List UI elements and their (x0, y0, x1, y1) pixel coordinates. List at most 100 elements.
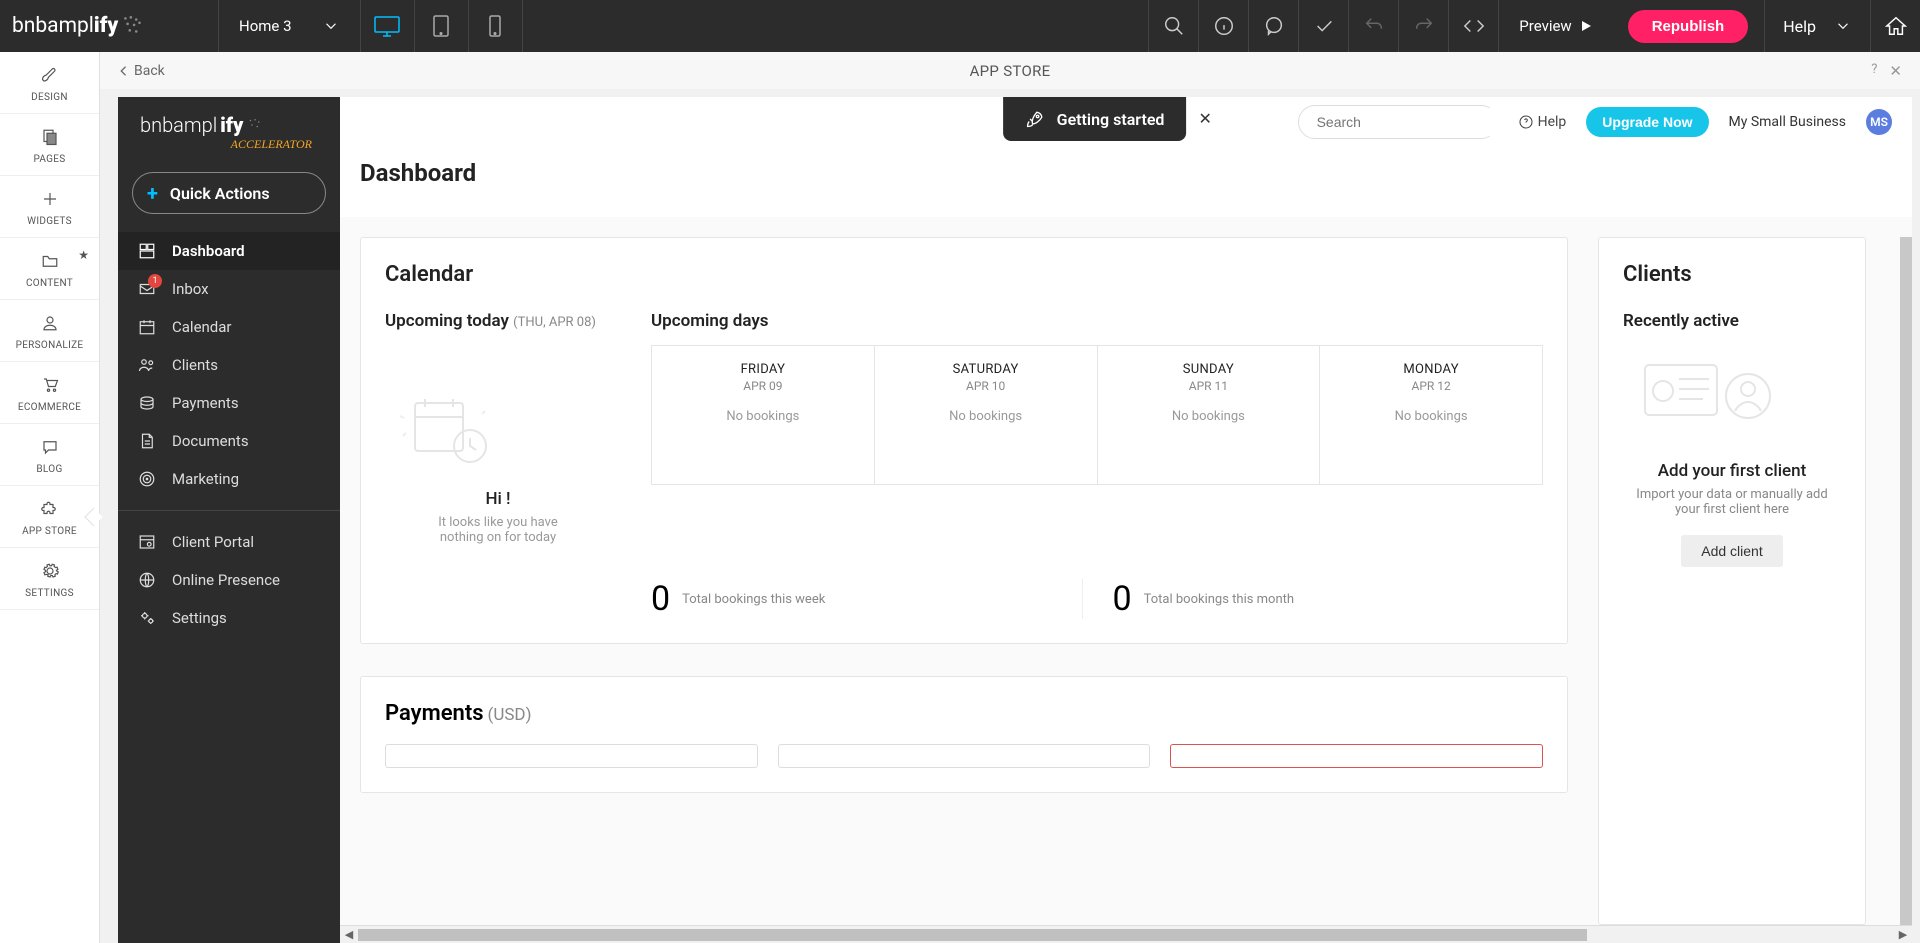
nav-settings[interactable]: SETTINGS (0, 548, 99, 610)
clients-subheading: Recently active (1623, 311, 1841, 331)
calendar-icon (138, 318, 156, 336)
appnav-payments[interactable]: Payments (118, 384, 340, 422)
getting-started-tab[interactable]: Getting started (1003, 97, 1187, 141)
appnav-inbox[interactable]: 1 Inbox (118, 270, 340, 308)
days-row: FRIDAYAPR 09No bookings SATURDAYAPR 10No… (651, 345, 1543, 485)
day-cell[interactable]: FRIDAYAPR 09No bookings (652, 346, 875, 484)
appnav-clients[interactable]: Clients (118, 346, 340, 384)
upgrade-button[interactable]: Upgrade Now (1586, 107, 1708, 137)
appnav-dashboard[interactable]: Dashboard (118, 232, 340, 270)
search-box[interactable] (1298, 105, 1498, 139)
device-switcher (361, 0, 523, 52)
home-button[interactable] (1870, 0, 1920, 52)
scroll-right-arrow[interactable]: ▶ (1894, 928, 1912, 941)
nav-widgets[interactable]: WIDGETS (0, 176, 99, 238)
chevron-left-icon (118, 65, 128, 77)
portal-icon (138, 533, 156, 551)
chevron-down-icon (322, 17, 340, 35)
nav-ecommerce[interactable]: ECOMMERCE (0, 362, 99, 424)
play-icon (1580, 20, 1592, 32)
add-client-button[interactable]: Add client (1681, 535, 1782, 567)
document-icon (138, 432, 156, 450)
globe-icon (138, 571, 156, 589)
payment-box[interactable] (385, 744, 758, 768)
topbar-actions (1148, 0, 1498, 52)
nav-pages[interactable]: PAGES (0, 114, 99, 176)
devmode-button[interactable] (1448, 0, 1498, 52)
horizontal-scrollbar[interactable]: ◀ ▶ (340, 925, 1912, 943)
undo-button[interactable] (1348, 0, 1398, 52)
redo-button[interactable] (1398, 0, 1448, 52)
vertical-scrollbar[interactable] (1900, 237, 1912, 925)
app-brand: bnbamplify ACCELERATOR (118, 97, 340, 162)
dashboard-icon (138, 242, 156, 260)
logo-dots-icon (246, 116, 264, 134)
person-icon (41, 314, 59, 332)
logo-dots-icon (120, 13, 146, 39)
day-cell[interactable]: SUNDAYAPR 11No bookings (1098, 346, 1321, 484)
appnav-settings[interactable]: Settings (118, 599, 340, 637)
payment-box-overdue[interactable] (1170, 744, 1543, 768)
clients-heading: Clients (1623, 262, 1841, 287)
app-store-title: APP STORE (970, 62, 1051, 80)
republish-button[interactable]: Republish (1628, 10, 1749, 43)
appnav-marketing[interactable]: Marketing (118, 460, 340, 498)
back-button[interactable]: Back (118, 63, 165, 79)
payments-currency: (USD) (488, 705, 532, 725)
tablet-icon (432, 15, 450, 37)
comment-icon (1263, 15, 1285, 37)
stat-week-number: 0 (651, 579, 670, 619)
check-button[interactable] (1298, 0, 1348, 52)
appnav-documents[interactable]: Documents (118, 422, 340, 460)
payments-heading: Payments (385, 701, 484, 726)
plus-icon: + (147, 181, 158, 205)
nav-blog[interactable]: BLOG (0, 424, 99, 486)
clients-panel: Clients Recently active Add your first c… (1598, 237, 1866, 925)
empty-calendar-icon (385, 391, 505, 471)
day-cell[interactable]: SATURDAYAPR 10No bookings (875, 346, 1098, 484)
help-button[interactable]: Help (1764, 0, 1870, 52)
nav-app-store[interactable]: APP STORE (0, 486, 99, 548)
getting-started-close[interactable]: ✕ (1199, 109, 1212, 128)
mobile-device-button[interactable] (469, 0, 523, 52)
business-name[interactable]: My Small Business (1729, 114, 1846, 130)
appnav-calendar[interactable]: Calendar (118, 308, 340, 346)
brush-icon (41, 66, 59, 84)
appnav-online-presence[interactable]: Online Presence (118, 561, 340, 599)
info-button[interactable] (1198, 0, 1248, 52)
page-name: Home 3 (239, 17, 292, 35)
brand-logo: bnbamplify (0, 13, 218, 39)
help-hint-icon[interactable]: ? (1871, 62, 1877, 80)
calendar-heading: Calendar (385, 262, 1543, 287)
page-title: Dashboard (340, 139, 1912, 217)
puzzle-icon (41, 500, 59, 518)
scrollbar-thumb[interactable] (358, 929, 1587, 941)
search-button[interactable] (1148, 0, 1198, 52)
check-icon (1313, 15, 1335, 37)
nav-personalize[interactable]: PERSONALIZE (0, 300, 99, 362)
page-selector[interactable]: Home 3 (218, 0, 361, 52)
desktop-device-button[interactable] (361, 0, 415, 52)
clients-icon (138, 356, 156, 374)
preview-button[interactable]: Preview (1498, 0, 1611, 52)
desktop-icon (373, 15, 401, 37)
comment-button[interactable] (1248, 0, 1298, 52)
quick-actions-button[interactable]: + Quick Actions (132, 172, 326, 214)
payments-icon (138, 394, 156, 412)
today-empty-state: Hi ! It looks like you havenothing on fo… (385, 391, 611, 545)
day-cell[interactable]: MONDAYAPR 12No bookings (1320, 346, 1542, 484)
nav-content[interactable]: CONTENT ★ (0, 238, 99, 300)
search-input[interactable] (1311, 108, 1504, 136)
close-pane-button[interactable]: ✕ (1889, 62, 1902, 80)
payments-panel: Payments (USD) (360, 676, 1568, 793)
payment-box[interactable] (778, 744, 1151, 768)
scroll-left-arrow[interactable]: ◀ (340, 928, 358, 941)
appnav-client-portal[interactable]: Client Portal (118, 523, 340, 561)
app-help-button[interactable]: Help (1518, 114, 1567, 130)
code-icon (1463, 15, 1485, 37)
inbox-badge: 1 (148, 274, 162, 288)
nav-design[interactable]: DESIGN (0, 52, 99, 114)
help-icon (1518, 114, 1534, 130)
tablet-device-button[interactable] (415, 0, 469, 52)
avatar[interactable]: MS (1866, 109, 1892, 135)
